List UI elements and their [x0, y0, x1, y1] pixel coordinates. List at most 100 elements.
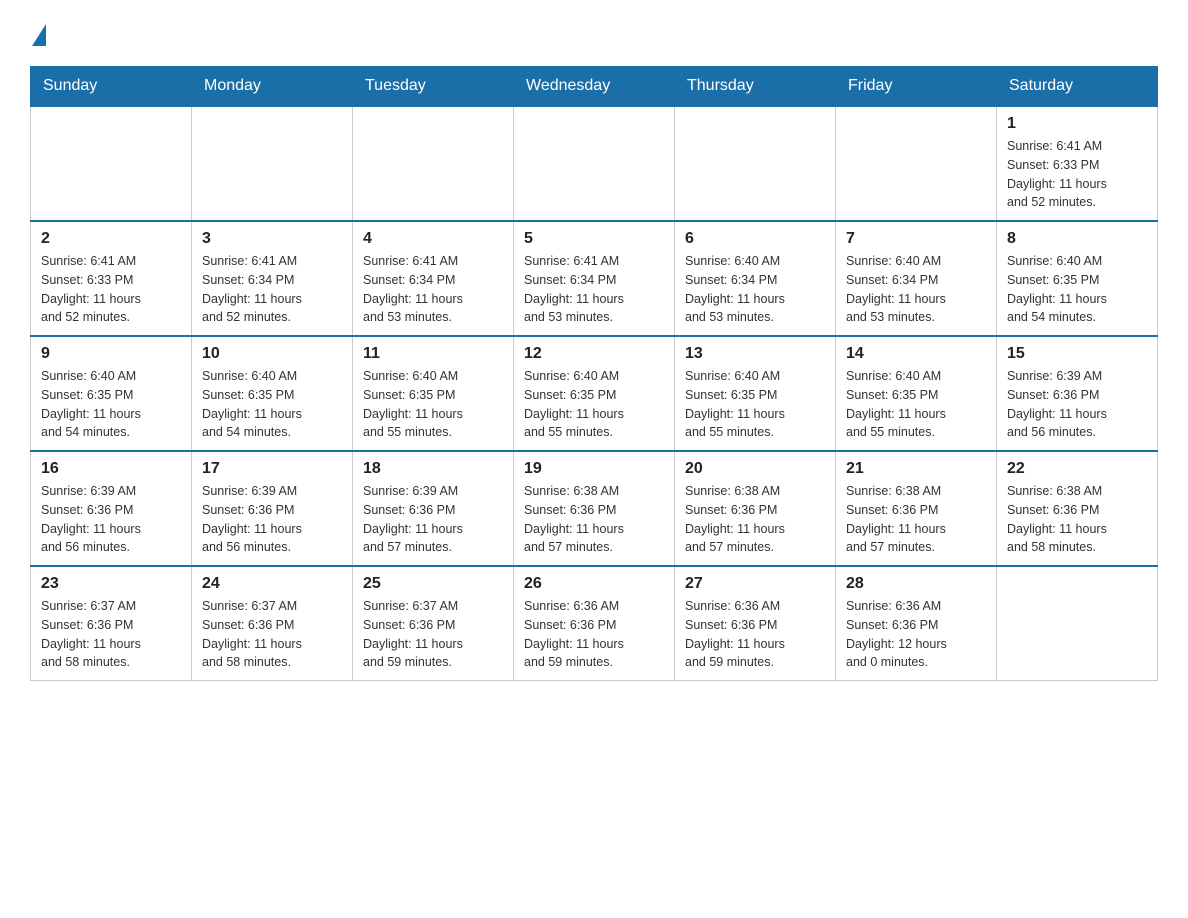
day-number: 27 — [685, 575, 825, 593]
calendar-cell: 9 Sunrise: 6:40 AM Sunset: 6:35 PM Daylig… — [31, 336, 192, 451]
calendar-cell — [675, 106, 836, 221]
day-number: 26 — [524, 575, 664, 593]
calendar-cell: 1 Sunrise: 6:41 AM Sunset: 6:33 PM Daylig… — [997, 106, 1158, 221]
day-number: 28 — [846, 575, 986, 593]
day-info: Sunrise: 6:40 AM Sunset: 6:35 PM Dayligh… — [202, 367, 342, 442]
week-row-1: 1 Sunrise: 6:41 AM Sunset: 6:33 PM Daylig… — [31, 106, 1158, 221]
calendar-cell: 12 Sunrise: 6:40 AM Sunset: 6:35 PM Dayli… — [514, 336, 675, 451]
weekday-header-saturday: Saturday — [997, 67, 1158, 107]
day-number: 17 — [202, 460, 342, 478]
day-number: 18 — [363, 460, 503, 478]
calendar-cell: 2 Sunrise: 6:41 AM Sunset: 6:33 PM Daylig… — [31, 221, 192, 336]
calendar-cell — [31, 106, 192, 221]
calendar-cell: 28 Sunrise: 6:36 AM Sunset: 6:36 PM Dayli… — [836, 566, 997, 681]
week-row-3: 9 Sunrise: 6:40 AM Sunset: 6:35 PM Daylig… — [31, 336, 1158, 451]
calendar-table: SundayMondayTuesdayWednesdayThursdayFrid… — [30, 66, 1158, 681]
day-info: Sunrise: 6:40 AM Sunset: 6:34 PM Dayligh… — [846, 252, 986, 327]
day-info: Sunrise: 6:41 AM Sunset: 6:34 PM Dayligh… — [524, 252, 664, 327]
calendar-cell: 15 Sunrise: 6:39 AM Sunset: 6:36 PM Dayli… — [997, 336, 1158, 451]
calendar-cell: 22 Sunrise: 6:38 AM Sunset: 6:36 PM Dayli… — [997, 451, 1158, 566]
calendar-cell: 20 Sunrise: 6:38 AM Sunset: 6:36 PM Dayli… — [675, 451, 836, 566]
day-info: Sunrise: 6:40 AM Sunset: 6:35 PM Dayligh… — [524, 367, 664, 442]
logo — [30, 20, 46, 46]
day-info: Sunrise: 6:38 AM Sunset: 6:36 PM Dayligh… — [524, 482, 664, 557]
calendar-cell: 14Sunrise: 6:40 AM Sunset: 6:35 PM Dayli… — [836, 336, 997, 451]
day-info: Sunrise: 6:39 AM Sunset: 6:36 PM Dayligh… — [202, 482, 342, 557]
day-info: Sunrise: 6:40 AM Sunset: 6:35 PM Dayligh… — [363, 367, 503, 442]
day-number: 20 — [685, 460, 825, 478]
calendar-cell: 11 Sunrise: 6:40 AM Sunset: 6:35 PM Dayli… — [353, 336, 514, 451]
calendar-cell: 27 Sunrise: 6:36 AM Sunset: 6:36 PM Dayli… — [675, 566, 836, 681]
calendar-cell: 16 Sunrise: 6:39 AM Sunset: 6:36 PM Dayli… — [31, 451, 192, 566]
day-number: 2 — [41, 230, 181, 248]
day-number: 25 — [363, 575, 503, 593]
calendar-cell — [514, 106, 675, 221]
calendar-cell: 24Sunrise: 6:37 AM Sunset: 6:36 PM Dayli… — [192, 566, 353, 681]
day-number: 3 — [202, 230, 342, 248]
calendar-cell — [997, 566, 1158, 681]
weekday-header-sunday: Sunday — [31, 67, 192, 107]
day-number: 21 — [846, 460, 986, 478]
day-info: Sunrise: 6:41 AM Sunset: 6:33 PM Dayligh… — [41, 252, 181, 327]
day-info: Sunrise: 6:40 AM Sunset: 6:35 PM Dayligh… — [1007, 252, 1147, 327]
day-info: Sunrise: 6:41 AM Sunset: 6:34 PM Dayligh… — [363, 252, 503, 327]
week-row-5: 23Sunrise: 6:37 AM Sunset: 6:36 PM Dayli… — [31, 566, 1158, 681]
day-info: Sunrise: 6:39 AM Sunset: 6:36 PM Dayligh… — [363, 482, 503, 557]
calendar-cell: 23Sunrise: 6:37 AM Sunset: 6:36 PM Dayli… — [31, 566, 192, 681]
day-info: Sunrise: 6:36 AM Sunset: 6:36 PM Dayligh… — [685, 597, 825, 672]
day-info: Sunrise: 6:36 AM Sunset: 6:36 PM Dayligh… — [524, 597, 664, 672]
calendar-cell: 3 Sunrise: 6:41 AM Sunset: 6:34 PM Daylig… — [192, 221, 353, 336]
day-info: Sunrise: 6:36 AM Sunset: 6:36 PM Dayligh… — [846, 597, 986, 672]
calendar-cell — [353, 106, 514, 221]
calendar-cell: 5Sunrise: 6:41 AM Sunset: 6:34 PM Daylig… — [514, 221, 675, 336]
day-info: Sunrise: 6:40 AM Sunset: 6:35 PM Dayligh… — [41, 367, 181, 442]
week-row-2: 2 Sunrise: 6:41 AM Sunset: 6:33 PM Daylig… — [31, 221, 1158, 336]
weekday-header-friday: Friday — [836, 67, 997, 107]
day-number: 13 — [685, 345, 825, 363]
day-info: Sunrise: 6:37 AM Sunset: 6:36 PM Dayligh… — [363, 597, 503, 672]
day-number: 1 — [1007, 115, 1147, 133]
day-info: Sunrise: 6:40 AM Sunset: 6:35 PM Dayligh… — [685, 367, 825, 442]
calendar-cell: 6 Sunrise: 6:40 AM Sunset: 6:34 PM Daylig… — [675, 221, 836, 336]
day-info: Sunrise: 6:38 AM Sunset: 6:36 PM Dayligh… — [685, 482, 825, 557]
day-info: Sunrise: 6:40 AM Sunset: 6:34 PM Dayligh… — [685, 252, 825, 327]
day-number: 19 — [524, 460, 664, 478]
day-number: 6 — [685, 230, 825, 248]
weekday-header-row: SundayMondayTuesdayWednesdayThursdayFrid… — [31, 67, 1158, 107]
day-number: 12 — [524, 345, 664, 363]
calendar-cell: 4 Sunrise: 6:41 AM Sunset: 6:34 PM Daylig… — [353, 221, 514, 336]
weekday-header-wednesday: Wednesday — [514, 67, 675, 107]
day-number: 24 — [202, 575, 342, 593]
day-number: 14 — [846, 345, 986, 363]
day-info: Sunrise: 6:39 AM Sunset: 6:36 PM Dayligh… — [1007, 367, 1147, 442]
calendar-cell: 21 Sunrise: 6:38 AM Sunset: 6:36 PM Dayli… — [836, 451, 997, 566]
day-number: 16 — [41, 460, 181, 478]
day-number: 9 — [41, 345, 181, 363]
day-info: Sunrise: 6:37 AM Sunset: 6:36 PM Dayligh… — [41, 597, 181, 672]
day-number: 4 — [363, 230, 503, 248]
day-number: 11 — [363, 345, 503, 363]
day-number: 7 — [846, 230, 986, 248]
logo-triangle-icon — [32, 24, 46, 46]
day-number: 10 — [202, 345, 342, 363]
page-header — [30, 20, 1158, 46]
calendar-cell: 8 Sunrise: 6:40 AM Sunset: 6:35 PM Daylig… — [997, 221, 1158, 336]
calendar-cell: 13 Sunrise: 6:40 AM Sunset: 6:35 PM Dayli… — [675, 336, 836, 451]
day-number: 22 — [1007, 460, 1147, 478]
day-info: Sunrise: 6:39 AM Sunset: 6:36 PM Dayligh… — [41, 482, 181, 557]
day-info: Sunrise: 6:41 AM Sunset: 6:33 PM Dayligh… — [1007, 137, 1147, 212]
calendar-cell: 19 Sunrise: 6:38 AM Sunset: 6:36 PM Dayli… — [514, 451, 675, 566]
calendar-cell: 26 Sunrise: 6:36 AM Sunset: 6:36 PM Dayli… — [514, 566, 675, 681]
weekday-header-monday: Monday — [192, 67, 353, 107]
calendar-cell: 10 Sunrise: 6:40 AM Sunset: 6:35 PM Dayli… — [192, 336, 353, 451]
day-info: Sunrise: 6:38 AM Sunset: 6:36 PM Dayligh… — [846, 482, 986, 557]
day-number: 15 — [1007, 345, 1147, 363]
week-row-4: 16 Sunrise: 6:39 AM Sunset: 6:36 PM Dayli… — [31, 451, 1158, 566]
day-info: Sunrise: 6:38 AM Sunset: 6:36 PM Dayligh… — [1007, 482, 1147, 557]
calendar-cell: 18 Sunrise: 6:39 AM Sunset: 6:36 PM Dayli… — [353, 451, 514, 566]
day-info: Sunrise: 6:41 AM Sunset: 6:34 PM Dayligh… — [202, 252, 342, 327]
weekday-header-tuesday: Tuesday — [353, 67, 514, 107]
calendar-cell: 25 Sunrise: 6:37 AM Sunset: 6:36 PM Dayli… — [353, 566, 514, 681]
calendar-cell — [192, 106, 353, 221]
day-number: 8 — [1007, 230, 1147, 248]
